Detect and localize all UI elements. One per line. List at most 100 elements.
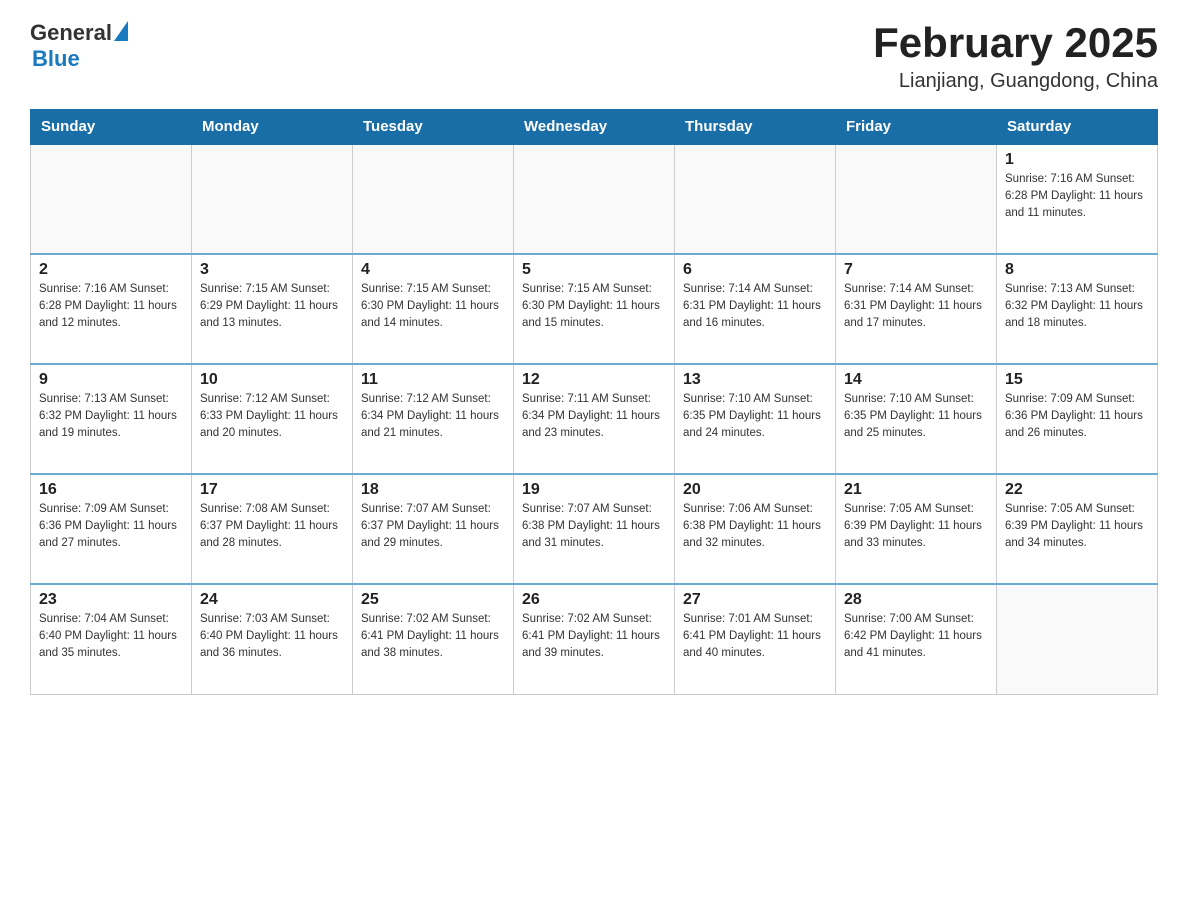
day-cell: 28 Sunrise: 7:00 AM Sunset: 6:42 PM Dayli…	[836, 584, 997, 694]
day-cell	[514, 144, 675, 254]
weekday-header-saturday: Saturday	[997, 110, 1158, 145]
day-cell	[192, 144, 353, 254]
day-number: 5	[522, 261, 666, 279]
day-cell	[31, 144, 192, 254]
day-cell: 22 Sunrise: 7:05 AM Sunset: 6:39 PM Dayli…	[997, 474, 1158, 584]
day-cell: 16 Sunrise: 7:09 AM Sunset: 6:36 PM Dayli…	[31, 474, 192, 584]
day-cell: 4Sunrise: 7:15 AM Sunset: 6:30 PM Daylig…	[353, 254, 514, 364]
weekday-header-sunday: Sunday	[31, 110, 192, 145]
day-info: Sunrise: 7:02 AM Sunset: 6:41 PM Dayligh…	[361, 611, 505, 661]
weekday-header-monday: Monday	[192, 110, 353, 145]
day-info: Sunrise: 7:05 AM Sunset: 6:39 PM Dayligh…	[844, 501, 988, 551]
day-cell: 8Sunrise: 7:13 AM Sunset: 6:32 PM Daylig…	[997, 254, 1158, 364]
day-info: Sunrise: 7:07 AM Sunset: 6:37 PM Dayligh…	[361, 501, 505, 551]
day-info: Sunrise: 7:08 AM Sunset: 6:37 PM Dayligh…	[200, 501, 344, 551]
day-info: Sunrise: 7:09 AM Sunset: 6:36 PM Dayligh…	[39, 501, 183, 551]
day-cell	[836, 144, 997, 254]
day-number: 1	[1005, 151, 1149, 169]
day-cell: 10 Sunrise: 7:12 AM Sunset: 6:33 PM Dayli…	[192, 364, 353, 474]
day-cell: 26 Sunrise: 7:02 AM Sunset: 6:41 PM Dayli…	[514, 584, 675, 694]
day-number: 6	[683, 261, 827, 279]
day-cell: 6 Sunrise: 7:14 AM Sunset: 6:31 PM Daylig…	[675, 254, 836, 364]
day-number: 3	[200, 261, 344, 279]
day-info: Sunrise: 7:13 AM Sunset: 6:32 PM Dayligh…	[39, 391, 183, 441]
day-number: 23	[39, 591, 183, 609]
day-info: Sunrise: 7:15 AM Sunset: 6:30 PM Dayligh…	[522, 281, 666, 331]
weekday-header-tuesday: Tuesday	[353, 110, 514, 145]
day-cell: 27 Sunrise: 7:01 AM Sunset: 6:41 PM Dayli…	[675, 584, 836, 694]
day-info: Sunrise: 7:06 AM Sunset: 6:38 PM Dayligh…	[683, 501, 827, 551]
week-row-1: 1 Sunrise: 7:16 AM Sunset: 6:28 PM Daylig…	[31, 144, 1158, 254]
day-cell: 20 Sunrise: 7:06 AM Sunset: 6:38 PM Dayli…	[675, 474, 836, 584]
day-cell: 11 Sunrise: 7:12 AM Sunset: 6:34 PM Dayli…	[353, 364, 514, 474]
day-info: Sunrise: 7:01 AM Sunset: 6:41 PM Dayligh…	[683, 611, 827, 661]
day-info: Sunrise: 7:00 AM Sunset: 6:42 PM Dayligh…	[844, 611, 988, 661]
day-info: Sunrise: 7:10 AM Sunset: 6:35 PM Dayligh…	[844, 391, 988, 441]
day-number: 25	[361, 591, 505, 609]
day-cell: 15 Sunrise: 7:09 AM Sunset: 6:36 PM Dayli…	[997, 364, 1158, 474]
day-info: Sunrise: 7:16 AM Sunset: 6:28 PM Dayligh…	[1005, 171, 1149, 221]
day-cell: 18Sunrise: 7:07 AM Sunset: 6:37 PM Dayli…	[353, 474, 514, 584]
day-number: 13	[683, 371, 827, 389]
day-cell	[675, 144, 836, 254]
day-info: Sunrise: 7:16 AM Sunset: 6:28 PM Dayligh…	[39, 281, 183, 331]
day-info: Sunrise: 7:11 AM Sunset: 6:34 PM Dayligh…	[522, 391, 666, 441]
location-title: Lianjiang, Guangdong, China	[873, 70, 1158, 93]
weekday-header-wednesday: Wednesday	[514, 110, 675, 145]
day-number: 27	[683, 591, 827, 609]
day-number: 14	[844, 371, 988, 389]
week-row-3: 9 Sunrise: 7:13 AM Sunset: 6:32 PM Daylig…	[31, 364, 1158, 474]
day-info: Sunrise: 7:09 AM Sunset: 6:36 PM Dayligh…	[1005, 391, 1149, 441]
page-header: General Blue February 2025 Lianjiang, Gu…	[30, 20, 1158, 93]
day-number: 12	[522, 371, 666, 389]
day-cell: 9 Sunrise: 7:13 AM Sunset: 6:32 PM Daylig…	[31, 364, 192, 474]
day-number: 15	[1005, 371, 1149, 389]
day-cell: 2 Sunrise: 7:16 AM Sunset: 6:28 PM Daylig…	[31, 254, 192, 364]
day-cell	[353, 144, 514, 254]
day-info: Sunrise: 7:13 AM Sunset: 6:32 PM Dayligh…	[1005, 281, 1149, 331]
day-number: 11	[361, 371, 505, 389]
day-number: 7	[844, 261, 988, 279]
day-cell: 12 Sunrise: 7:11 AM Sunset: 6:34 PM Dayli…	[514, 364, 675, 474]
day-cell: 24Sunrise: 7:03 AM Sunset: 6:40 PM Dayli…	[192, 584, 353, 694]
day-number: 9	[39, 371, 183, 389]
day-cell: 19Sunrise: 7:07 AM Sunset: 6:38 PM Dayli…	[514, 474, 675, 584]
calendar-table: SundayMondayTuesdayWednesdayThursdayFrid…	[30, 109, 1158, 695]
day-number: 10	[200, 371, 344, 389]
month-title: February 2025	[873, 20, 1158, 66]
day-number: 2	[39, 261, 183, 279]
day-info: Sunrise: 7:07 AM Sunset: 6:38 PM Dayligh…	[522, 501, 666, 551]
day-info: Sunrise: 7:12 AM Sunset: 6:34 PM Dayligh…	[361, 391, 505, 441]
day-cell: 17 Sunrise: 7:08 AM Sunset: 6:37 PM Dayli…	[192, 474, 353, 584]
logo-triangle-icon	[114, 21, 128, 41]
week-row-2: 2 Sunrise: 7:16 AM Sunset: 6:28 PM Daylig…	[31, 254, 1158, 364]
day-cell: 13Sunrise: 7:10 AM Sunset: 6:35 PM Dayli…	[675, 364, 836, 474]
day-cell: 1 Sunrise: 7:16 AM Sunset: 6:28 PM Daylig…	[997, 144, 1158, 254]
day-cell: 23Sunrise: 7:04 AM Sunset: 6:40 PM Dayli…	[31, 584, 192, 694]
day-info: Sunrise: 7:15 AM Sunset: 6:30 PM Dayligh…	[361, 281, 505, 331]
day-cell: 14 Sunrise: 7:10 AM Sunset: 6:35 PM Dayli…	[836, 364, 997, 474]
day-info: Sunrise: 7:14 AM Sunset: 6:31 PM Dayligh…	[683, 281, 827, 331]
day-number: 28	[844, 591, 988, 609]
day-number: 20	[683, 481, 827, 499]
day-info: Sunrise: 7:02 AM Sunset: 6:41 PM Dayligh…	[522, 611, 666, 661]
header-right: February 2025 Lianjiang, Guangdong, Chin…	[873, 20, 1158, 93]
week-row-4: 16 Sunrise: 7:09 AM Sunset: 6:36 PM Dayli…	[31, 474, 1158, 584]
day-cell: 3 Sunrise: 7:15 AM Sunset: 6:29 PM Daylig…	[192, 254, 353, 364]
day-number: 26	[522, 591, 666, 609]
weekday-header-friday: Friday	[836, 110, 997, 145]
day-info: Sunrise: 7:05 AM Sunset: 6:39 PM Dayligh…	[1005, 501, 1149, 551]
weekday-header-thursday: Thursday	[675, 110, 836, 145]
logo-blue-text: Blue	[32, 46, 80, 72]
day-number: 17	[200, 481, 344, 499]
day-info: Sunrise: 7:03 AM Sunset: 6:40 PM Dayligh…	[200, 611, 344, 661]
day-cell: 7 Sunrise: 7:14 AM Sunset: 6:31 PM Daylig…	[836, 254, 997, 364]
day-number: 16	[39, 481, 183, 499]
day-cell: 5 Sunrise: 7:15 AM Sunset: 6:30 PM Daylig…	[514, 254, 675, 364]
day-info: Sunrise: 7:12 AM Sunset: 6:33 PM Dayligh…	[200, 391, 344, 441]
weekday-header-row: SundayMondayTuesdayWednesdayThursdayFrid…	[31, 110, 1158, 145]
day-number: 22	[1005, 481, 1149, 499]
logo-general-text: General	[30, 20, 112, 46]
day-info: Sunrise: 7:14 AM Sunset: 6:31 PM Dayligh…	[844, 281, 988, 331]
day-info: Sunrise: 7:15 AM Sunset: 6:29 PM Dayligh…	[200, 281, 344, 331]
